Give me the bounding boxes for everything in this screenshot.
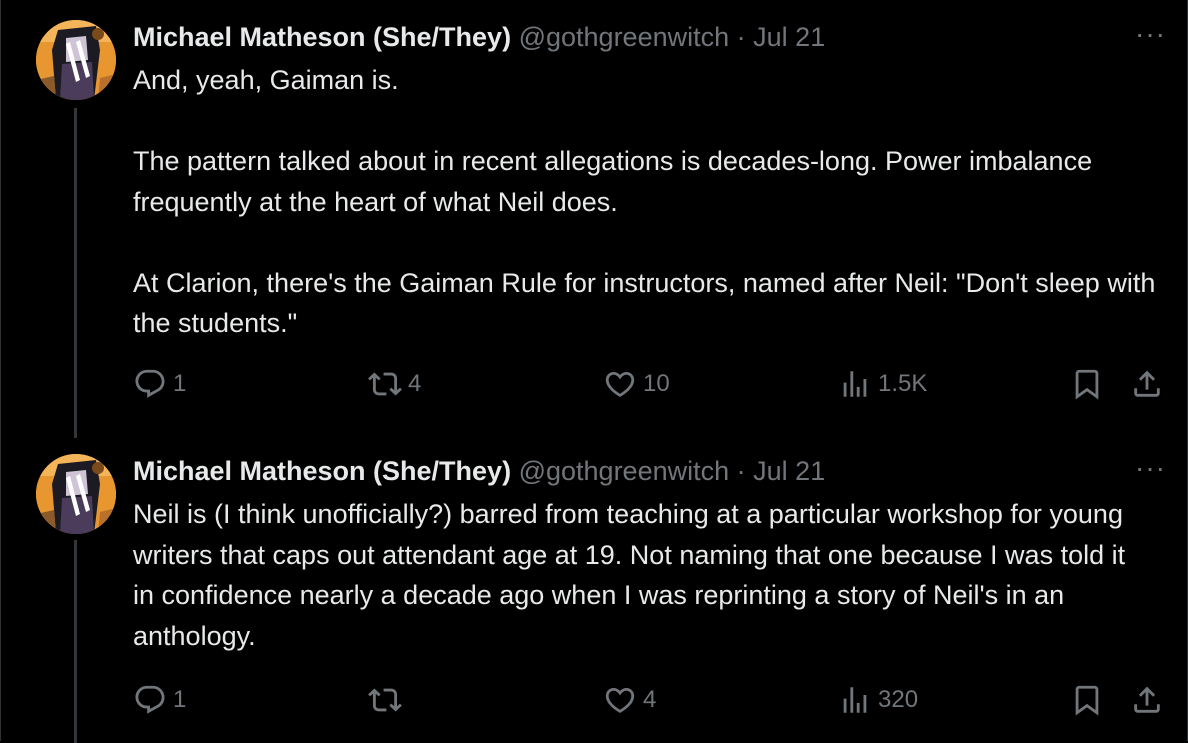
tweet-paragraph: The pattern talked about in recent alleg… [133,146,1093,217]
repost-button[interactable]: 4 [368,364,421,404]
bookmark-button[interactable] [1070,680,1104,720]
tweet-header: Michael Matheson (She/They) @gothgreenwi… [133,454,825,488]
views-button[interactable]: 1.5K [838,364,927,404]
tweet-actions: 1 4 320 [0,680,1188,720]
tweet-date[interactable]: Jul 21 [753,22,825,52]
like-icon [605,371,635,397]
views-button[interactable]: 320 [838,680,918,720]
author-name[interactable]: Michael Matheson (She/They) [133,456,511,486]
avatar-image [36,454,116,534]
repost-icon [368,688,402,712]
author-handle[interactable]: @gothgreenwitch [519,456,730,486]
avatar-image [36,20,116,100]
reply-button[interactable]: 1 [133,364,186,404]
share-button[interactable] [1130,680,1164,720]
like-button[interactable]: 4 [603,680,656,720]
more-icon[interactable]: ··· [1135,20,1166,48]
avatar[interactable] [36,20,116,100]
tweet-actions: 1 4 10 1.5K [0,364,1188,404]
tweet-paragraph: Neil is (I think unofficially?) barred f… [133,499,1126,651]
repost-icon [368,372,402,396]
tweet-text: And, yeah, Gaiman is. The pattern talked… [133,60,1173,344]
author-handle[interactable]: @gothgreenwitch [519,22,730,52]
reply-count: 1 [173,370,187,397]
separator-dot: · [736,456,746,486]
views-icon [843,687,867,713]
share-icon [1134,686,1160,713]
reply-button[interactable]: 1 [133,680,186,720]
avatar[interactable] [36,454,116,534]
reply-icon [135,369,165,398]
reply-icon [135,685,165,714]
tweet-text: Neil is (I think unofficially?) barred f… [133,494,1143,656]
bookmark-icon [1075,685,1099,716]
reply-count: 1 [173,686,187,713]
author-name[interactable]: Michael Matheson (She/They) [133,22,511,52]
share-icon [1134,370,1160,397]
bookmark-button[interactable] [1070,364,1104,404]
repost-button[interactable] [368,680,408,720]
views-count: 320 [878,686,919,713]
like-icon [605,687,635,713]
share-button[interactable] [1130,364,1164,404]
separator-dot: · [736,22,746,52]
like-count: 4 [643,686,657,713]
tweet-paragraph: And, yeah, Gaiman is. [133,65,399,95]
views-icon [843,371,867,397]
views-count: 1.5K [878,370,928,397]
like-count: 10 [643,370,670,397]
more-icon[interactable]: ··· [1135,454,1166,482]
tweet-header: Michael Matheson (She/They) @gothgreenwi… [133,20,825,54]
like-button[interactable]: 10 [603,364,670,404]
repost-count: 4 [408,370,422,397]
bookmark-icon [1075,369,1099,400]
tweet-paragraph: At Clarion, there's the Gaiman Rule for … [133,267,1156,339]
tweet-date[interactable]: Jul 21 [753,456,825,486]
